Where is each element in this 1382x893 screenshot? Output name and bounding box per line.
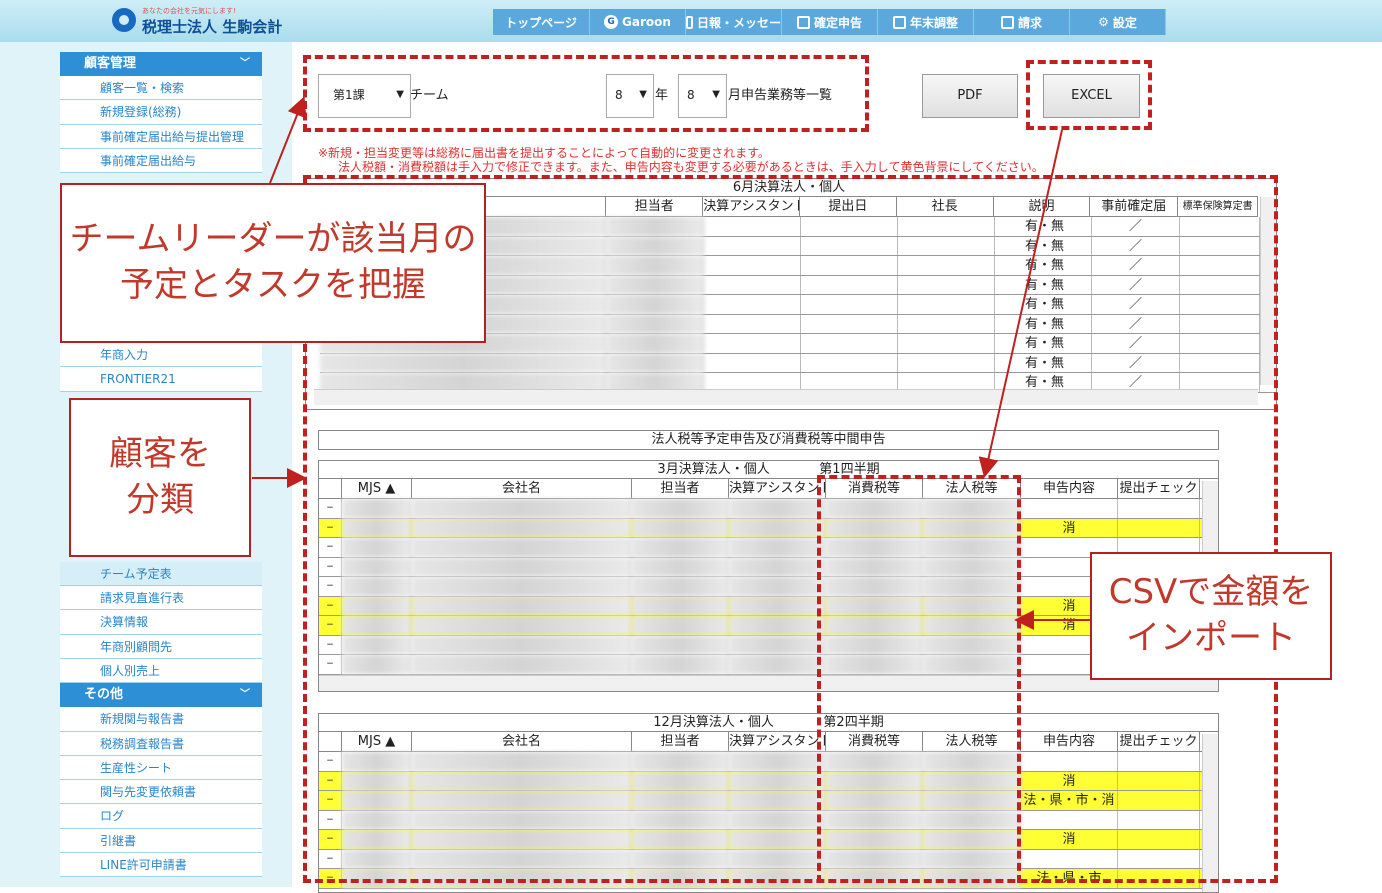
nav-tax-return[interactable]: 確定申告: [782, 9, 878, 35]
callout-csv: CSVで金額を インポート: [1090, 552, 1332, 680]
sidebar-item-tax-audit[interactable]: 税務調査報告書: [60, 731, 262, 756]
sidebar-item-billing-review[interactable]: 請求見直進行表: [60, 586, 262, 611]
sidebar-item-individual-sales[interactable]: 個人別売上: [60, 658, 262, 684]
sidebar-item-settlement-info[interactable]: 決算情報: [60, 610, 262, 635]
nav-top-page[interactable]: トップページ: [493, 9, 590, 35]
sidebar-item-annual-sales[interactable]: 年商入力: [60, 343, 262, 368]
callout-classify: 顧客を 分類: [69, 398, 251, 557]
logo-mark-icon: [112, 8, 136, 32]
monitor-icon: [892, 15, 906, 29]
nav-garoon[interactable]: G Garoon: [590, 9, 686, 35]
sidebar-item-log[interactable]: ログ: [60, 804, 262, 829]
annotation-box-filters: [303, 55, 869, 132]
logo-name: 税理士法人 生駒会計: [142, 18, 283, 36]
app-header: あなたの会社を元気にします! 税理士法人 生駒会計 トップページ G Garoon…: [0, 0, 1382, 42]
calendar-icon: [796, 15, 810, 29]
chevron-down-icon: ﹀: [240, 689, 250, 701]
sidebar-section-customer[interactable]: 顧客管理 ﹀: [60, 52, 262, 76]
sidebar-item-client-change[interactable]: 関与先変更依頼書: [60, 780, 262, 805]
annotation-box-excel: [1026, 60, 1152, 130]
sidebar-item-handover[interactable]: 引継書: [60, 828, 262, 854]
nav-year-end[interactable]: 年末調整: [878, 9, 974, 35]
nav-settings[interactable]: ⚙ 設定: [1070, 9, 1166, 35]
nav-billing[interactable]: 請求: [974, 9, 1070, 35]
sidebar-item-advance-salary[interactable]: 事前確定届出給与: [60, 148, 262, 174]
sidebar-section-other[interactable]: その他 ﹀: [60, 683, 262, 708]
sidebar-item-new-engagement[interactable]: 新規関与報告書: [60, 707, 262, 732]
sidebar-item-productivity[interactable]: 生産性シート: [60, 755, 262, 781]
garoon-icon: G: [604, 15, 619, 29]
pdf-button[interactable]: PDF: [922, 74, 1018, 118]
chevron-down-icon: ﹀: [240, 58, 250, 69]
callout-leader: チームリーダーが該当月の 予定とタスクを把握: [60, 183, 486, 343]
sidebar-item-customer-list[interactable]: 顧客一覧・検索: [60, 76, 262, 101]
report-icon: [686, 15, 693, 29]
nav-daily-report[interactable]: 日報・メッセー: [686, 9, 782, 35]
grid-icon: [1000, 15, 1014, 29]
sidebar-item-advance-salary-mgmt[interactable]: 事前確定届出給与提出管理: [60, 124, 262, 149]
annotation-box-amounts: [817, 475, 1021, 883]
note-line-2: 法人税額・消費税額は手入力で修正できます。また、申告内容も変更する必要があるとき…: [338, 160, 1044, 174]
sidebar-item-clients-by-sales[interactable]: 年商別顧問先: [60, 634, 262, 659]
sidebar-item-frontier21[interactable]: FRONTIER21: [60, 367, 262, 392]
logo-tagline: あなたの会社を元気にします!: [142, 7, 236, 15]
sidebar-item-team-schedule[interactable]: チーム予定表: [60, 561, 262, 587]
gear-icon: ⚙: [1098, 15, 1109, 29]
sidebar-item-line-permission[interactable]: LINE許可申請書: [60, 853, 262, 878]
sidebar-item-new-registration[interactable]: 新規登録(総務): [60, 100, 262, 125]
top-navigation: トップページ G Garoon 日報・メッセー 確定申告 年末調整 請求 ⚙ 設定: [493, 9, 1166, 35]
